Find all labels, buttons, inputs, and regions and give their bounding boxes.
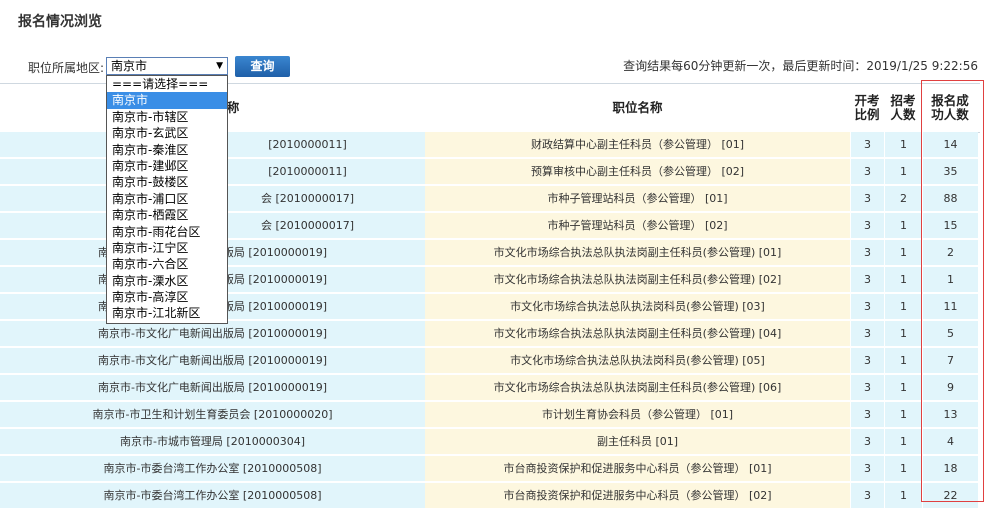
hire-count-cell: 1: [884, 348, 922, 374]
success-count-cell: 13: [922, 402, 978, 428]
hire-count-cell: 1: [884, 267, 922, 293]
dropdown-option[interactable]: 南京市-玄武区: [107, 125, 227, 141]
header-position: 职位名称: [612, 100, 663, 115]
unit-cell: 南京市-市文化广电新闻出版局 [2010000019]: [0, 348, 425, 374]
ratio-cell: 3: [850, 240, 884, 266]
dropdown-option[interactable]: 南京市-建邺区: [107, 158, 227, 174]
unit-cell: 南京市-市委台湾工作办公室 [2010000508]: [0, 483, 425, 509]
ratio-cell: 3: [850, 348, 884, 374]
ratio-cell: 3: [850, 213, 884, 239]
header-ratio: 开考 比例: [854, 93, 880, 122]
dropdown-option[interactable]: 南京市-鼓楼区: [107, 174, 227, 190]
hire-count-cell: 1: [884, 483, 922, 509]
success-count-cell: 88: [922, 186, 978, 212]
header-success: 报名成 功人数: [931, 93, 969, 122]
table-row: 南京市-市委台湾工作办公室 [2010000508] 市台商投资保护和促进服务中心…: [0, 456, 980, 483]
hire-count-cell: 1: [884, 213, 922, 239]
ratio-cell: 3: [850, 402, 884, 428]
hire-count-cell: 1: [884, 240, 922, 266]
hire-count-cell: 1: [884, 132, 922, 158]
unit-cell: 南京市-市文化广电新闻出版局 [2010000019]: [0, 375, 425, 401]
position-cell: 市计划生育协会科员（参公管理） [01]: [425, 402, 850, 428]
position-cell: 市台商投资保护和促进服务中心科员（参公管理） [02]: [425, 483, 850, 509]
region-filter-label: 职位所属地区:: [28, 61, 105, 75]
dropdown-option[interactable]: 南京市: [107, 92, 227, 109]
success-count-cell: 2: [922, 240, 978, 266]
success-count-cell: 18: [922, 456, 978, 482]
unit-cell: 南京市-市城市管理局 [2010000304]: [0, 429, 425, 455]
region-dropdown-list[interactable]: ===请选择=== 南京市 南京市-市辖区 南京市-玄武区 南京市-秦淮区 南京市-建邺区…: [106, 75, 228, 324]
ratio-cell: 3: [850, 186, 884, 212]
position-cell: 市种子管理站科员（参公管理） [02]: [425, 213, 850, 239]
unit-cell: 南京市-市卫生和计划生育委员会 [2010000020]: [0, 402, 425, 428]
table-row: 南京市-市文化广电新闻出版局 [2010000019]市文化市场综合执法总队执法…: [0, 348, 980, 375]
success-count-cell: 14: [922, 132, 978, 158]
hire-count-cell: 1: [884, 375, 922, 401]
unit-cell: 南京市-市委台湾工作办公室 [2010000508]: [0, 456, 425, 482]
position-cell: 市种子管理站科员（参公管理） [01]: [425, 186, 850, 212]
hire-count-cell: 1: [884, 321, 922, 347]
hire-count-cell: 2: [884, 186, 922, 212]
region-select[interactable]: 南京市 ▼: [106, 57, 228, 75]
update-note: 查询结果每60分钟更新一次，最后更新时间：2019/1/25 9:22:56: [623, 59, 978, 73]
success-count-cell: 35: [922, 159, 978, 185]
position-cell: 副主任科员 [01]: [425, 429, 850, 455]
hire-count-cell: 1: [884, 429, 922, 455]
hire-count-cell: 1: [884, 402, 922, 428]
success-count-cell: 22: [922, 483, 978, 509]
ratio-cell: 3: [850, 159, 884, 185]
ratio-cell: 3: [850, 132, 884, 158]
query-button[interactable]: 查询: [235, 56, 290, 77]
position-cell: 市台商投资保护和促进服务中心科员（参公管理） [01]: [425, 456, 850, 482]
table-row: 南京市-市文化广电新闻出版局 [2010000019]市文化市场综合执法总队执法…: [0, 321, 980, 348]
ratio-cell: 3: [850, 375, 884, 401]
dropdown-option[interactable]: 南京市-秦淮区: [107, 142, 227, 158]
table-row: 南京市-市委台湾工作办公室 [2010000508] 市台商投资保护和促进服务中心…: [0, 483, 980, 510]
success-count-cell: 1: [922, 267, 978, 293]
ratio-cell: 3: [850, 294, 884, 320]
position-cell: 市文化市场综合执法总队执法岗副主任科员(参公管理) [06]: [425, 375, 850, 401]
ratio-cell: 3: [850, 321, 884, 347]
success-count-cell: 15: [922, 213, 978, 239]
table-row: 南京市-市卫生和计划生育委员会 [2010000020] 市计划生育协会科员（参公…: [0, 402, 980, 429]
hire-count-cell: 1: [884, 159, 922, 185]
success-count-cell: 9: [922, 375, 978, 401]
dropdown-option[interactable]: 南京市-江宁区: [107, 240, 227, 256]
position-cell: 预算审核中心副主任科员（参公管理） [02]: [425, 159, 850, 185]
header-hire: 招考 人数: [890, 93, 916, 122]
success-count-cell: 11: [922, 294, 978, 320]
hire-count-cell: 1: [884, 456, 922, 482]
dropdown-option[interactable]: 南京市-溧水区: [107, 273, 227, 289]
dropdown-option[interactable]: 南京市-浦口区: [107, 191, 227, 207]
position-cell: 市文化市场综合执法总队执法岗副主任科员(参公管理) [02]: [425, 267, 850, 293]
success-count-cell: 7: [922, 348, 978, 374]
dropdown-option[interactable]: 南京市-栖霞区: [107, 207, 227, 223]
unit-cell: 南京市-市文化广电新闻出版局 [2010000019]: [0, 321, 425, 347]
dropdown-option[interactable]: 南京市-雨花台区: [107, 224, 227, 240]
dropdown-option[interactable]: 南京市-高淳区: [107, 289, 227, 305]
table-row: 南京市-市城市管理局 [2010000304] 副主任科员 [01] 3 1 4: [0, 429, 980, 456]
region-select-value: 南京市: [111, 59, 148, 73]
dropdown-option[interactable]: 南京市-市辖区: [107, 109, 227, 125]
table-row: 南京市-市文化广电新闻出版局 [2010000019]市文化市场综合执法总队执法…: [0, 375, 980, 402]
ratio-cell: 3: [850, 267, 884, 293]
position-cell: 市文化市场综合执法总队执法岗副主任科员(参公管理) [04]: [425, 321, 850, 347]
position-cell: 财政结算中心副主任科员（参公管理） [01]: [425, 132, 850, 158]
position-cell: 市文化市场综合执法总队执法岗副主任科员(参公管理) [01]: [425, 240, 850, 266]
ratio-cell: 3: [850, 456, 884, 482]
position-cell: 市文化市场综合执法总队执法岗科员(参公管理) [05]: [425, 348, 850, 374]
success-count-cell: 5: [922, 321, 978, 347]
dropdown-option[interactable]: ===请选择===: [107, 76, 227, 92]
position-cell: 市文化市场综合执法总队执法岗科员(参公管理) [03]: [425, 294, 850, 320]
page-title: 报名情况浏览: [18, 14, 102, 30]
dropdown-option[interactable]: 南京市-六合区: [107, 256, 227, 272]
chevron-down-icon: ▼: [216, 61, 223, 71]
dropdown-option[interactable]: 南京市-江北新区: [107, 305, 227, 321]
success-count-cell: 4: [922, 429, 978, 455]
hire-count-cell: 1: [884, 294, 922, 320]
ratio-cell: 3: [850, 483, 884, 509]
ratio-cell: 3: [850, 429, 884, 455]
